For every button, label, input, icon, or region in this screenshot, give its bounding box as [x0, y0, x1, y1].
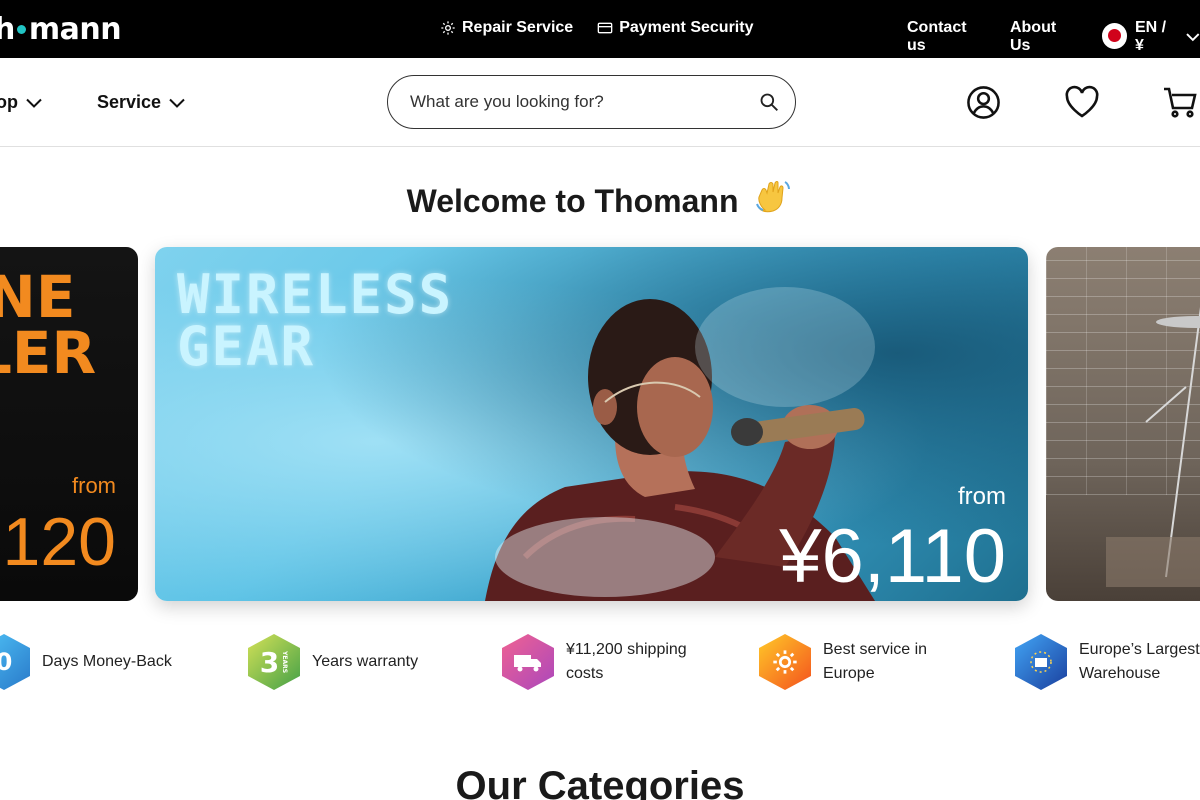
feature-money-back[interactable]: 0 Days Money-Back — [0, 634, 172, 690]
slide-prev-headline-line2: LLER — [0, 319, 97, 387]
logo-text: mann — [28, 12, 122, 47]
gear-icon — [441, 21, 455, 35]
usp-features: 0 Days Money-Back 3 YEARS Years warranty… — [0, 634, 1200, 694]
feature-shipping-line1: ¥11,200 shipping — [566, 641, 687, 658]
slide-price: ¥6,110 — [779, 514, 1006, 599]
money-back-badge-number: 0 — [0, 648, 13, 676]
feature-money-back-line1: Days Money-Back — [42, 653, 172, 670]
search-input[interactable] — [410, 92, 759, 112]
warehouse-icon — [1015, 634, 1067, 690]
thomann-logo[interactable]: h mann — [0, 12, 122, 47]
language-currency-label: EN / ¥ — [1134, 19, 1167, 54]
chevron-down-icon — [1186, 33, 1200, 42]
heart-icon[interactable] — [1064, 85, 1100, 119]
main-nav: op Service — [0, 58, 1200, 147]
warranty-badge-number: 3 — [259, 645, 280, 679]
top-center-links: Repair Service Payment Security — [440, 19, 753, 37]
feature-shipping-text: ¥11,200 shipping costs — [566, 638, 687, 686]
flag-icon — [1101, 22, 1127, 49]
feature-money-back-text: Days Money-Back — [42, 650, 172, 674]
carousel-slide-next[interactable] — [1046, 247, 1200, 601]
card-icon — [597, 22, 613, 34]
logo-fragment-left: h — [0, 12, 15, 47]
feature-shipping[interactable]: ¥11,200 shipping costs — [502, 634, 687, 690]
chevron-down-icon — [26, 98, 42, 108]
welcome-text: Welcome to Thomann — [406, 183, 739, 219]
contact-us-link[interactable]: Contact us — [907, 19, 988, 55]
feature-best-service-text: Best service in Europe — [823, 638, 927, 686]
drum-stand-illustration — [1106, 306, 1200, 587]
shop-menu-label: op — [0, 92, 18, 112]
warranty-icon: 3 YEARS — [248, 634, 300, 690]
feature-warehouse-line2: Warehouse — [1079, 665, 1161, 682]
waving-hand-icon — [756, 181, 791, 213]
language-currency-selector[interactable]: EN / ¥ — [1101, 19, 1200, 55]
service-menu-label: Service — [97, 92, 162, 112]
warranty-badge-sub: YEARS — [281, 650, 289, 674]
feature-best-service[interactable]: Best service in Europe — [759, 634, 927, 690]
about-us-link[interactable]: About Us — [1010, 19, 1080, 55]
slide-prev-price: 120 — [2, 504, 116, 580]
feature-warranty-line1: Years warranty — [312, 653, 419, 670]
slide-prev-from: from — [72, 473, 116, 498]
welcome-heading: Welcome to Thomann — [0, 176, 1200, 220]
feature-best-service-line1: Best service in — [823, 641, 928, 658]
carousel-slide-active[interactable]: WIRELESS GEAR from ¥6,110 — [155, 247, 1028, 601]
service-gear-icon — [759, 634, 811, 690]
chevron-down-icon — [169, 98, 185, 108]
feature-warehouse-text: Europe’s Largest Warehouse — [1079, 638, 1200, 686]
slide-prev-headline-line1: ONE — [0, 263, 76, 331]
slide-from-label: from — [958, 483, 1006, 510]
payment-security-label: Payment Security — [619, 19, 754, 36]
repair-service-link[interactable]: Repair Service — [440, 19, 573, 37]
categories-heading: Our Categories — [455, 764, 745, 800]
truck-icon — [502, 634, 554, 690]
money-back-icon: 0 — [0, 634, 30, 690]
top-bar: h mann Repair Service Payment Security Co… — [0, 0, 1200, 58]
carousel-slide-prev[interactable]: ONE LLER from 120 — [0, 247, 138, 601]
feature-warehouse[interactable]: Europe’s Largest Warehouse — [1015, 634, 1200, 690]
repair-service-label: Repair Service — [462, 19, 574, 36]
feature-warranty-text: Years warranty — [312, 650, 418, 674]
feature-warehouse-line1: Europe’s Largest — [1079, 641, 1200, 658]
user-icon[interactable] — [966, 85, 1001, 120]
feature-shipping-line2: costs — [566, 665, 604, 682]
service-menu[interactable]: Service — [97, 92, 185, 113]
search-icon[interactable] — [759, 92, 779, 112]
payment-security-link[interactable]: Payment Security — [597, 19, 753, 37]
feature-warranty[interactable]: 3 YEARS Years warranty — [248, 634, 418, 690]
cart-icon[interactable] — [1162, 85, 1198, 119]
logo-dot — [16, 25, 26, 34]
top-right-links: Contact us About Us EN / ¥ — [907, 19, 1200, 55]
slide-prev-headline: ONE LLER — [0, 263, 97, 387]
search-bar — [387, 75, 796, 129]
feature-best-service-line2: Europe — [823, 665, 875, 682]
shop-menu[interactable]: op — [0, 92, 42, 113]
